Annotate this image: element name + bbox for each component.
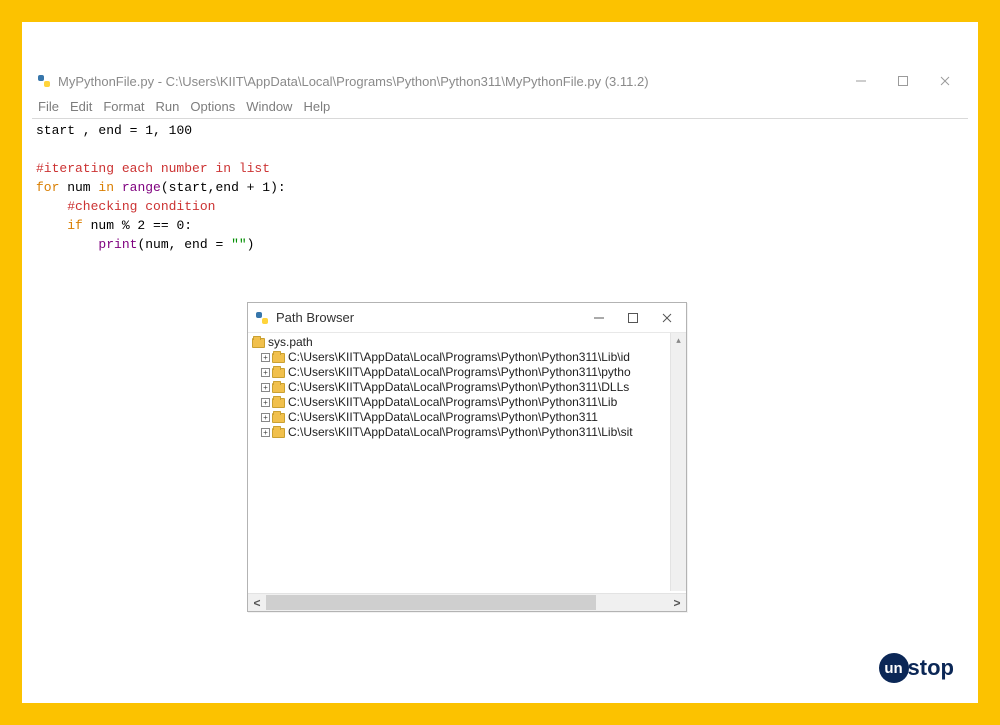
tree-item-label: C:\Users\KIIT\AppData\Local\Programs\Pyt… [288,365,631,380]
menu-help[interactable]: Help [303,99,330,114]
tree-item[interactable]: + C:\Users\KIIT\AppData\Local\Programs\Py… [261,380,686,395]
tree-item[interactable]: + C:\Users\KIIT\AppData\Local\Programs\Py… [261,365,686,380]
tree-item-label: C:\Users\KIIT\AppData\Local\Programs\Pyt… [288,380,629,395]
tree-item-label: C:\Users\KIIT\AppData\Local\Programs\Pyt… [288,425,633,440]
scroll-right-icon[interactable]: > [668,594,686,612]
logo-circle: un [879,653,909,683]
titlebar: MyPythonFile.py - C:\Users\KIIT\AppData\… [32,67,968,95]
expander-icon[interactable]: + [261,368,270,377]
tree-root[interactable]: sys.path [252,335,686,350]
pb-maximize-button[interactable] [626,311,640,325]
path-tree[interactable]: sys.path + C:\Users\KIIT\AppData\Local\Pr… [248,333,686,591]
maximize-button[interactable] [896,74,910,88]
expander-icon[interactable]: + [261,413,270,422]
menubar: File Edit Format Run Options Window Help [32,95,968,119]
scroll-thumb[interactable] [266,595,596,610]
folder-icon [272,383,285,393]
folder-icon [272,353,285,363]
scroll-left-icon[interactable]: < [248,594,266,612]
tree-root-label: sys.path [268,335,313,350]
tree-item[interactable]: + C:\Users\KIIT\AppData\Local\Programs\Py… [261,350,686,365]
expander-icon[interactable]: + [261,383,270,392]
menu-window[interactable]: Window [246,99,292,114]
menu-run[interactable]: Run [156,99,180,114]
folder-icon [252,338,265,348]
expander-icon[interactable]: + [261,398,270,407]
path-browser-title: Path Browser [276,310,354,325]
folder-icon [272,428,285,438]
logo-text: stop [908,655,954,681]
close-button[interactable] [938,74,952,88]
python-icon [36,73,52,89]
vertical-scrollbar[interactable]: ▴ [670,333,686,591]
menu-edit[interactable]: Edit [70,99,92,114]
folder-icon [272,368,285,378]
tree-item-label: C:\Users\KIIT\AppData\Local\Programs\Pyt… [288,350,630,365]
menu-format[interactable]: Format [103,99,144,114]
expander-icon[interactable]: + [261,428,270,437]
expander-icon[interactable]: + [261,353,270,362]
pb-close-button[interactable] [660,311,674,325]
code-editor[interactable]: start , end = 1, 100 #iterating each num… [32,119,968,256]
horizontal-scrollbar[interactable]: < > [248,593,686,611]
path-browser-window: Path Browser sys.path + C:\Users\KIIT\App… [247,302,687,612]
tree-item[interactable]: + C:\Users\KIIT\AppData\Local\Programs\Py… [261,395,686,410]
tree-item[interactable]: + C:\Users\KIIT\AppData\Local\Programs\Py… [261,410,686,425]
path-browser-titlebar: Path Browser [248,303,686,333]
folder-icon [272,398,285,408]
window-title: MyPythonFile.py - C:\Users\KIIT\AppData\… [58,74,649,89]
minimize-button[interactable] [854,74,868,88]
tree-item-label: C:\Users\KIIT\AppData\Local\Programs\Pyt… [288,395,617,410]
tree-item[interactable]: + C:\Users\KIIT\AppData\Local\Programs\Py… [261,425,686,440]
watermark-logo: unstop [879,653,954,683]
menu-file[interactable]: File [38,99,59,114]
tree-item-label: C:\Users\KIIT\AppData\Local\Programs\Pyt… [288,410,598,425]
pb-minimize-button[interactable] [592,311,606,325]
scroll-track[interactable] [266,594,668,611]
scroll-up-icon[interactable]: ▴ [671,333,686,348]
menu-options[interactable]: Options [190,99,235,114]
folder-icon [272,413,285,423]
python-icon [254,310,270,326]
